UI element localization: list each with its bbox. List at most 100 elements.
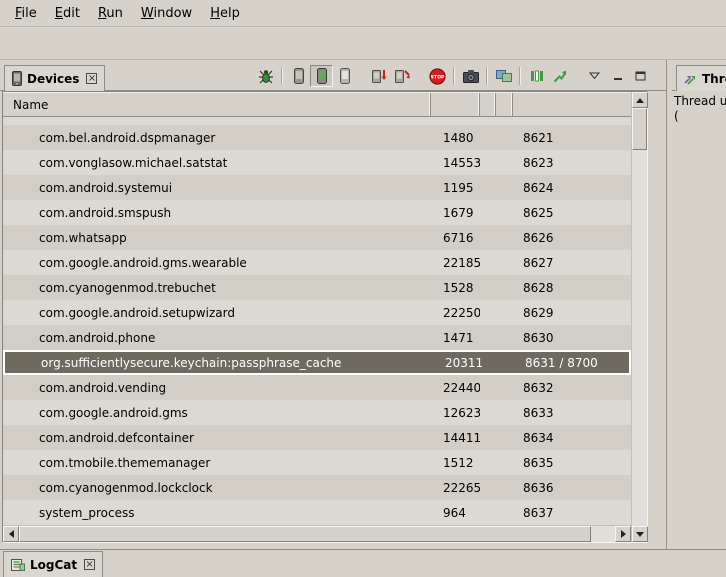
svg-text:STOP: STOP — [431, 74, 445, 80]
cell-name: com.android.smspush — [3, 206, 431, 220]
cell-port: 8637 — [513, 506, 631, 520]
threads-message-line1: Thread up — [674, 94, 724, 109]
column-header-port[interactable] — [513, 93, 631, 116]
maximize-icon[interactable] — [629, 65, 652, 87]
cell-port: 8633 — [513, 406, 631, 420]
cell-pid: 6716 — [431, 231, 480, 245]
vertical-scrollbar[interactable] — [631, 92, 647, 542]
update-threads-icon[interactable] — [525, 65, 548, 87]
scroll-up-button[interactable] — [632, 92, 648, 108]
horizontal-scrollbar[interactable] — [3, 525, 631, 542]
cell-pid: 20311 — [433, 356, 482, 370]
stop-process-icon[interactable]: STOP — [426, 65, 449, 87]
screen-record-icon[interactable] — [492, 65, 515, 87]
table-row[interactable]: com.cyanogenmod.trebuchet15288628 — [3, 275, 631, 300]
table-row[interactable]: com.whatsapp67168626 — [3, 225, 631, 250]
cell-port: 8625 — [513, 206, 631, 220]
column-header-1[interactable] — [480, 93, 496, 116]
cell-pid: 1195 — [431, 181, 480, 195]
device-rows: com.bel.android.dspmanager14808621com.vo… — [3, 117, 631, 525]
menu-help[interactable]: Help — [201, 1, 249, 26]
threads-pane: Threa × Thread up ( — [672, 60, 726, 549]
cell-pid: 22185 — [431, 256, 480, 270]
cell-port: 8636 — [513, 481, 631, 495]
device-online-icon[interactable] — [310, 65, 333, 87]
cell-name: com.cyanogenmod.trebuchet — [3, 281, 431, 295]
screen-capture-icon[interactable] — [459, 65, 482, 87]
logcat-icon — [11, 558, 25, 571]
table-header: Name — [3, 92, 631, 117]
vertical-scroll-track[interactable] — [632, 150, 647, 526]
main-area: Devices × — [0, 60, 726, 549]
horizontal-scroll-thumb[interactable] — [19, 526, 591, 542]
threads-tab-label: Threa — [702, 72, 726, 86]
cell-name: com.cyanogenmod.lockclock — [3, 481, 431, 495]
table-row[interactable]: com.android.vending224408632 — [3, 375, 631, 400]
cell-name: com.android.systemui — [3, 181, 431, 195]
cell-port: 8634 — [513, 431, 631, 445]
table-row[interactable]: com.vonglasow.michael.satstat145538623 — [3, 150, 631, 175]
main-toolbar — [0, 27, 726, 60]
logcat-tab-label: LogCat — [30, 558, 77, 572]
table-row[interactable]: com.android.phone14718630 — [3, 325, 631, 350]
cell-pid: 1480 — [431, 131, 480, 145]
cell-port: 8627 — [513, 256, 631, 270]
cell-port: 8630 — [513, 331, 631, 345]
menu-window[interactable]: Window — [132, 1, 201, 26]
table-row[interactable]: com.bel.android.dspmanager14808621 — [3, 125, 631, 150]
debug-process-icon[interactable] — [254, 65, 277, 87]
cell-pid: 22440 — [431, 381, 480, 395]
table-row[interactable]: com.android.smspush1679 8625 — [3, 200, 631, 225]
column-header-name[interactable]: Name — [3, 93, 431, 116]
device-icon[interactable] — [287, 65, 310, 87]
minimize-icon[interactable] — [606, 65, 629, 87]
tab-devices[interactable]: Devices × — [4, 65, 105, 91]
devices-table: Name com.bel.android.dspmanager14808621c… — [2, 91, 648, 543]
menu-run[interactable]: Run — [89, 1, 132, 26]
menu-edit[interactable]: Edit — [46, 1, 89, 26]
tab-logcat[interactable]: LogCat × — [3, 551, 103, 577]
tab-threads[interactable]: Threa × — [676, 65, 726, 91]
toolbar-separator — [453, 67, 455, 85]
cell-pid: 12623 — [431, 406, 480, 420]
threads-message-line2: ( — [674, 109, 724, 124]
cell-pid: 1679 — [431, 206, 480, 220]
column-header-2[interactable] — [496, 93, 513, 116]
close-icon[interactable]: × — [84, 559, 95, 570]
table-row[interactable]: com.android.defcontainer144118634 — [3, 425, 631, 450]
method-profiling-icon[interactable] — [548, 65, 571, 87]
cell-port: 8635 — [513, 456, 631, 470]
table-row[interactable]: com.google.android.setupwizard222508629 — [3, 300, 631, 325]
toolbar-separator — [486, 67, 488, 85]
table-row[interactable]: org.sufficientlysecure.keychain:passphra… — [3, 350, 631, 375]
threads-tabrow: Threa × — [672, 60, 726, 91]
device-view-icon — [12, 71, 22, 86]
column-header-pid[interactable] — [431, 93, 480, 116]
table-row[interactable]: com.google.android.gms126238633 — [3, 400, 631, 425]
scroll-down-button[interactable] — [632, 526, 648, 542]
scroll-right-button[interactable] — [615, 526, 631, 542]
update-heap-icon[interactable] — [368, 65, 391, 87]
menu-file[interactable]: File — [6, 1, 46, 26]
table-row[interactable]: com.cyanogenmod.lockclock222658636 — [3, 475, 631, 500]
table-row[interactable]: system_process9648637 — [3, 500, 631, 525]
cell-pid: 1471 — [431, 331, 480, 345]
cell-name: com.android.defcontainer — [3, 431, 431, 445]
table-row[interactable]: com.android.systemui11958624 — [3, 175, 631, 200]
dump-hprof-icon[interactable] — [391, 65, 414, 87]
vertical-scroll-thumb[interactable] — [632, 108, 647, 150]
cell-name: com.vonglasow.michael.satstat — [3, 156, 431, 170]
device-offline-icon[interactable] — [333, 65, 356, 87]
threads-content: Thread up ( — [672, 91, 726, 549]
view-menu-icon[interactable] — [583, 65, 606, 87]
devices-tabrow: Devices × — [0, 60, 666, 91]
table-row[interactable]: com.google.android.gms.wearable221858627 — [3, 250, 631, 275]
cell-port: 8621 — [513, 131, 631, 145]
logcat-bar: LogCat × — [0, 549, 726, 576]
cell-name: org.sufficientlysecure.keychain:passphra… — [5, 356, 433, 370]
scroll-left-button[interactable] — [3, 526, 19, 542]
horizontal-scroll-track[interactable] — [591, 526, 615, 542]
threads-view-icon — [684, 73, 697, 85]
close-icon[interactable]: × — [86, 73, 97, 84]
table-row[interactable]: com.tmobile.thememanager15128635 — [3, 450, 631, 475]
